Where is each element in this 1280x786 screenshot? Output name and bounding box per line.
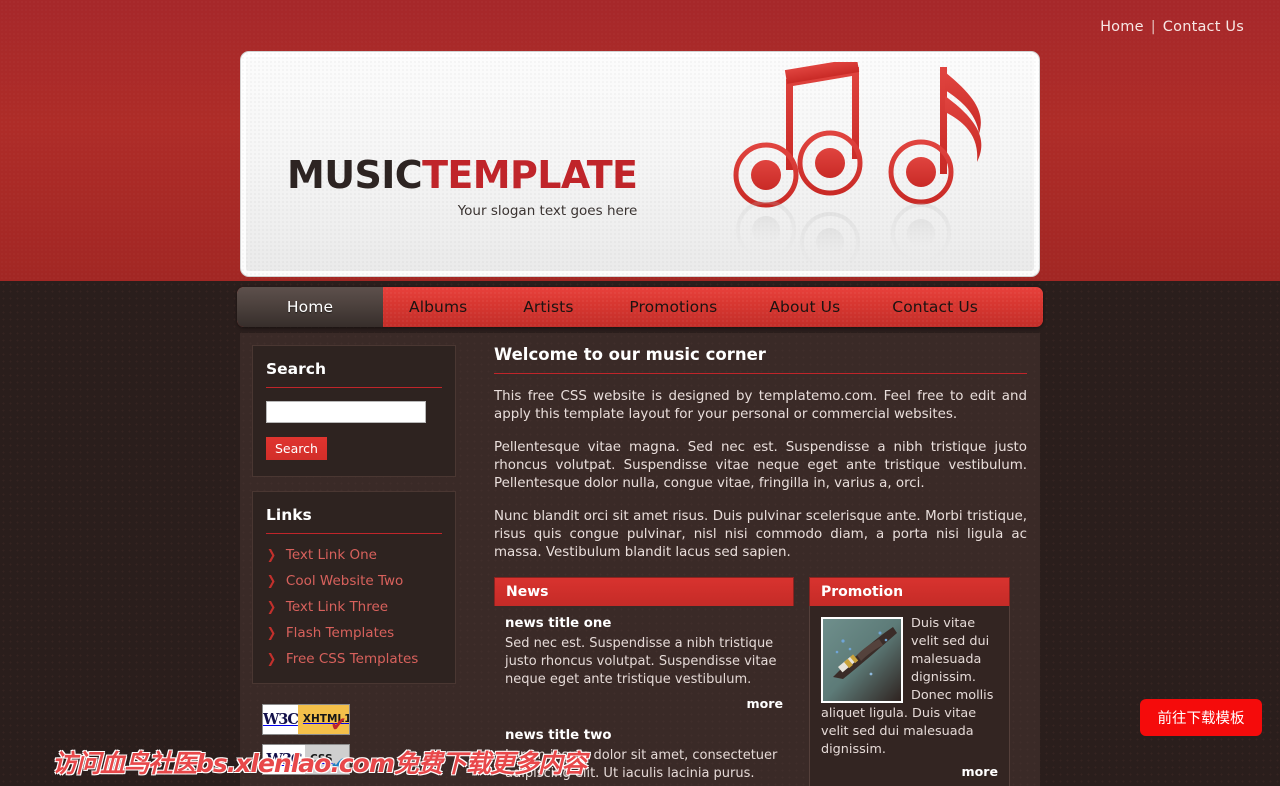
list-item: ❯ Flash Templates [266,625,442,641]
w3c-logo-icon: W3C [263,705,299,734]
sidebar: Search Search Links ❯ Text Link One ❯ Co… [252,345,456,784]
check-mark-icon: ✔ [330,712,347,735]
w3c-xhtml-validation-badge[interactable]: W3C XHTML 1.0 ✔ [262,704,350,735]
search-input[interactable] [266,401,426,423]
promotion-more-link[interactable]: more [821,763,998,781]
nav-item-artists[interactable]: Artists [493,287,603,327]
nav-item-promotions[interactable]: Promotions [603,287,743,327]
links-panel: Links ❯ Text Link One ❯ Cool Website Two [252,491,456,684]
news-item-text: Sed nec est. Suspendisse a nibh tristiqu… [505,636,777,687]
links-panel-title: Links [266,506,442,534]
logo-text: MUSICTEMPLATE [287,153,638,197]
main-navigation: Home Albums Artists Promotions About Us … [237,287,1043,327]
nav-item-contact-us[interactable]: Contact Us [866,287,1004,327]
sidebar-link-text-link-one[interactable]: ❯ Text Link One [266,547,442,563]
search-button[interactable]: Search [266,437,327,460]
header-panel: MUSICTEMPLATE Your slogan text goes here [240,51,1040,277]
site-watermark: 访问血鸟社医bs.xlenlao.com免费下载更多内容 [52,749,587,778]
top-link-contact-us[interactable]: Contact Us [1163,19,1244,35]
chevron-right-icon: ❯ [266,625,277,641]
sidebar-link-label: Flash Templates [285,625,395,641]
music-notes-graphic [733,62,982,262]
list-item: ❯ Text Link One [266,547,442,563]
content-wrapper: Search Search Links ❯ Text Link One ❯ Co… [240,333,1040,786]
search-panel: Search Search [252,345,456,477]
site-slogan: Your slogan text goes here [457,203,638,219]
search-panel-title: Search [266,360,442,388]
download-template-button[interactable]: 前往下载模板 [1140,699,1262,736]
main-content: Welcome to our music corner This free CS… [494,345,1027,786]
chevron-right-icon: ❯ [266,547,277,563]
news-box-title: News [494,577,794,606]
promotion-box-title: Promotion [809,577,1010,606]
sidebar-link-label: Free CSS Templates [285,651,419,667]
top-link-separator: | [1150,19,1156,35]
logo-word-template: TEMPLATE [422,153,638,197]
site-logo[interactable]: MUSICTEMPLATE Your slogan text goes here [287,153,638,219]
promotion-thumbnail-image [821,617,903,703]
list-item: ❯ Free CSS Templates [266,651,442,667]
sidebar-link-cool-website-two[interactable]: ❯ Cool Website Two [266,573,442,589]
promotion-box-body: Duis vitae velit sed dui malesuada digni… [809,606,1010,786]
chevron-right-icon: ❯ [266,599,277,615]
sidebar-link-text-link-three[interactable]: ❯ Text Link Three [266,599,442,615]
sidebar-link-free-css-templates[interactable]: ❯ Free CSS Templates [266,651,442,667]
sidebar-link-flash-templates[interactable]: ❯ Flash Templates [266,625,442,641]
sidebar-link-label: Cool Website Two [285,573,404,589]
nav-item-albums[interactable]: Albums [383,287,493,327]
top-link-home[interactable]: Home [1100,19,1144,35]
links-list: ❯ Text Link One ❯ Cool Website Two ❯ Tex… [266,547,442,667]
news-item-more-link[interactable]: more [505,695,783,713]
page-title: Welcome to our music corner [494,345,1027,374]
intro-paragraph-3: Nunc blandit orci sit amet risus. Duis p… [494,509,1027,560]
nav-item-home[interactable]: Home [237,287,383,327]
news-item: news title one Sed nec est. Suspendisse … [505,615,783,713]
chevron-right-icon: ❯ [266,573,277,589]
logo-word-music: MUSIC [287,153,423,197]
list-item: ❯ Cool Website Two [266,573,442,589]
list-item: ❯ Text Link Three [266,599,442,615]
top-utility-links: Home | Contact Us [1100,19,1244,35]
chevron-right-icon: ❯ [266,651,277,667]
promotion-box: Promotion Duis vitae velit sed dui males… [809,577,1010,786]
news-item-title: news title one [505,616,612,631]
intro-paragraph-1: This free CSS website is designed by tem… [494,389,1027,422]
intro-paragraph-2: Pellentesque vitae magna. Sed nec est. S… [494,440,1027,491]
news-item-title: news title two [505,728,612,743]
nav-item-about-us[interactable]: About Us [743,287,866,327]
sidebar-link-label: Text Link One [285,547,377,563]
sidebar-link-label: Text Link Three [285,599,389,615]
